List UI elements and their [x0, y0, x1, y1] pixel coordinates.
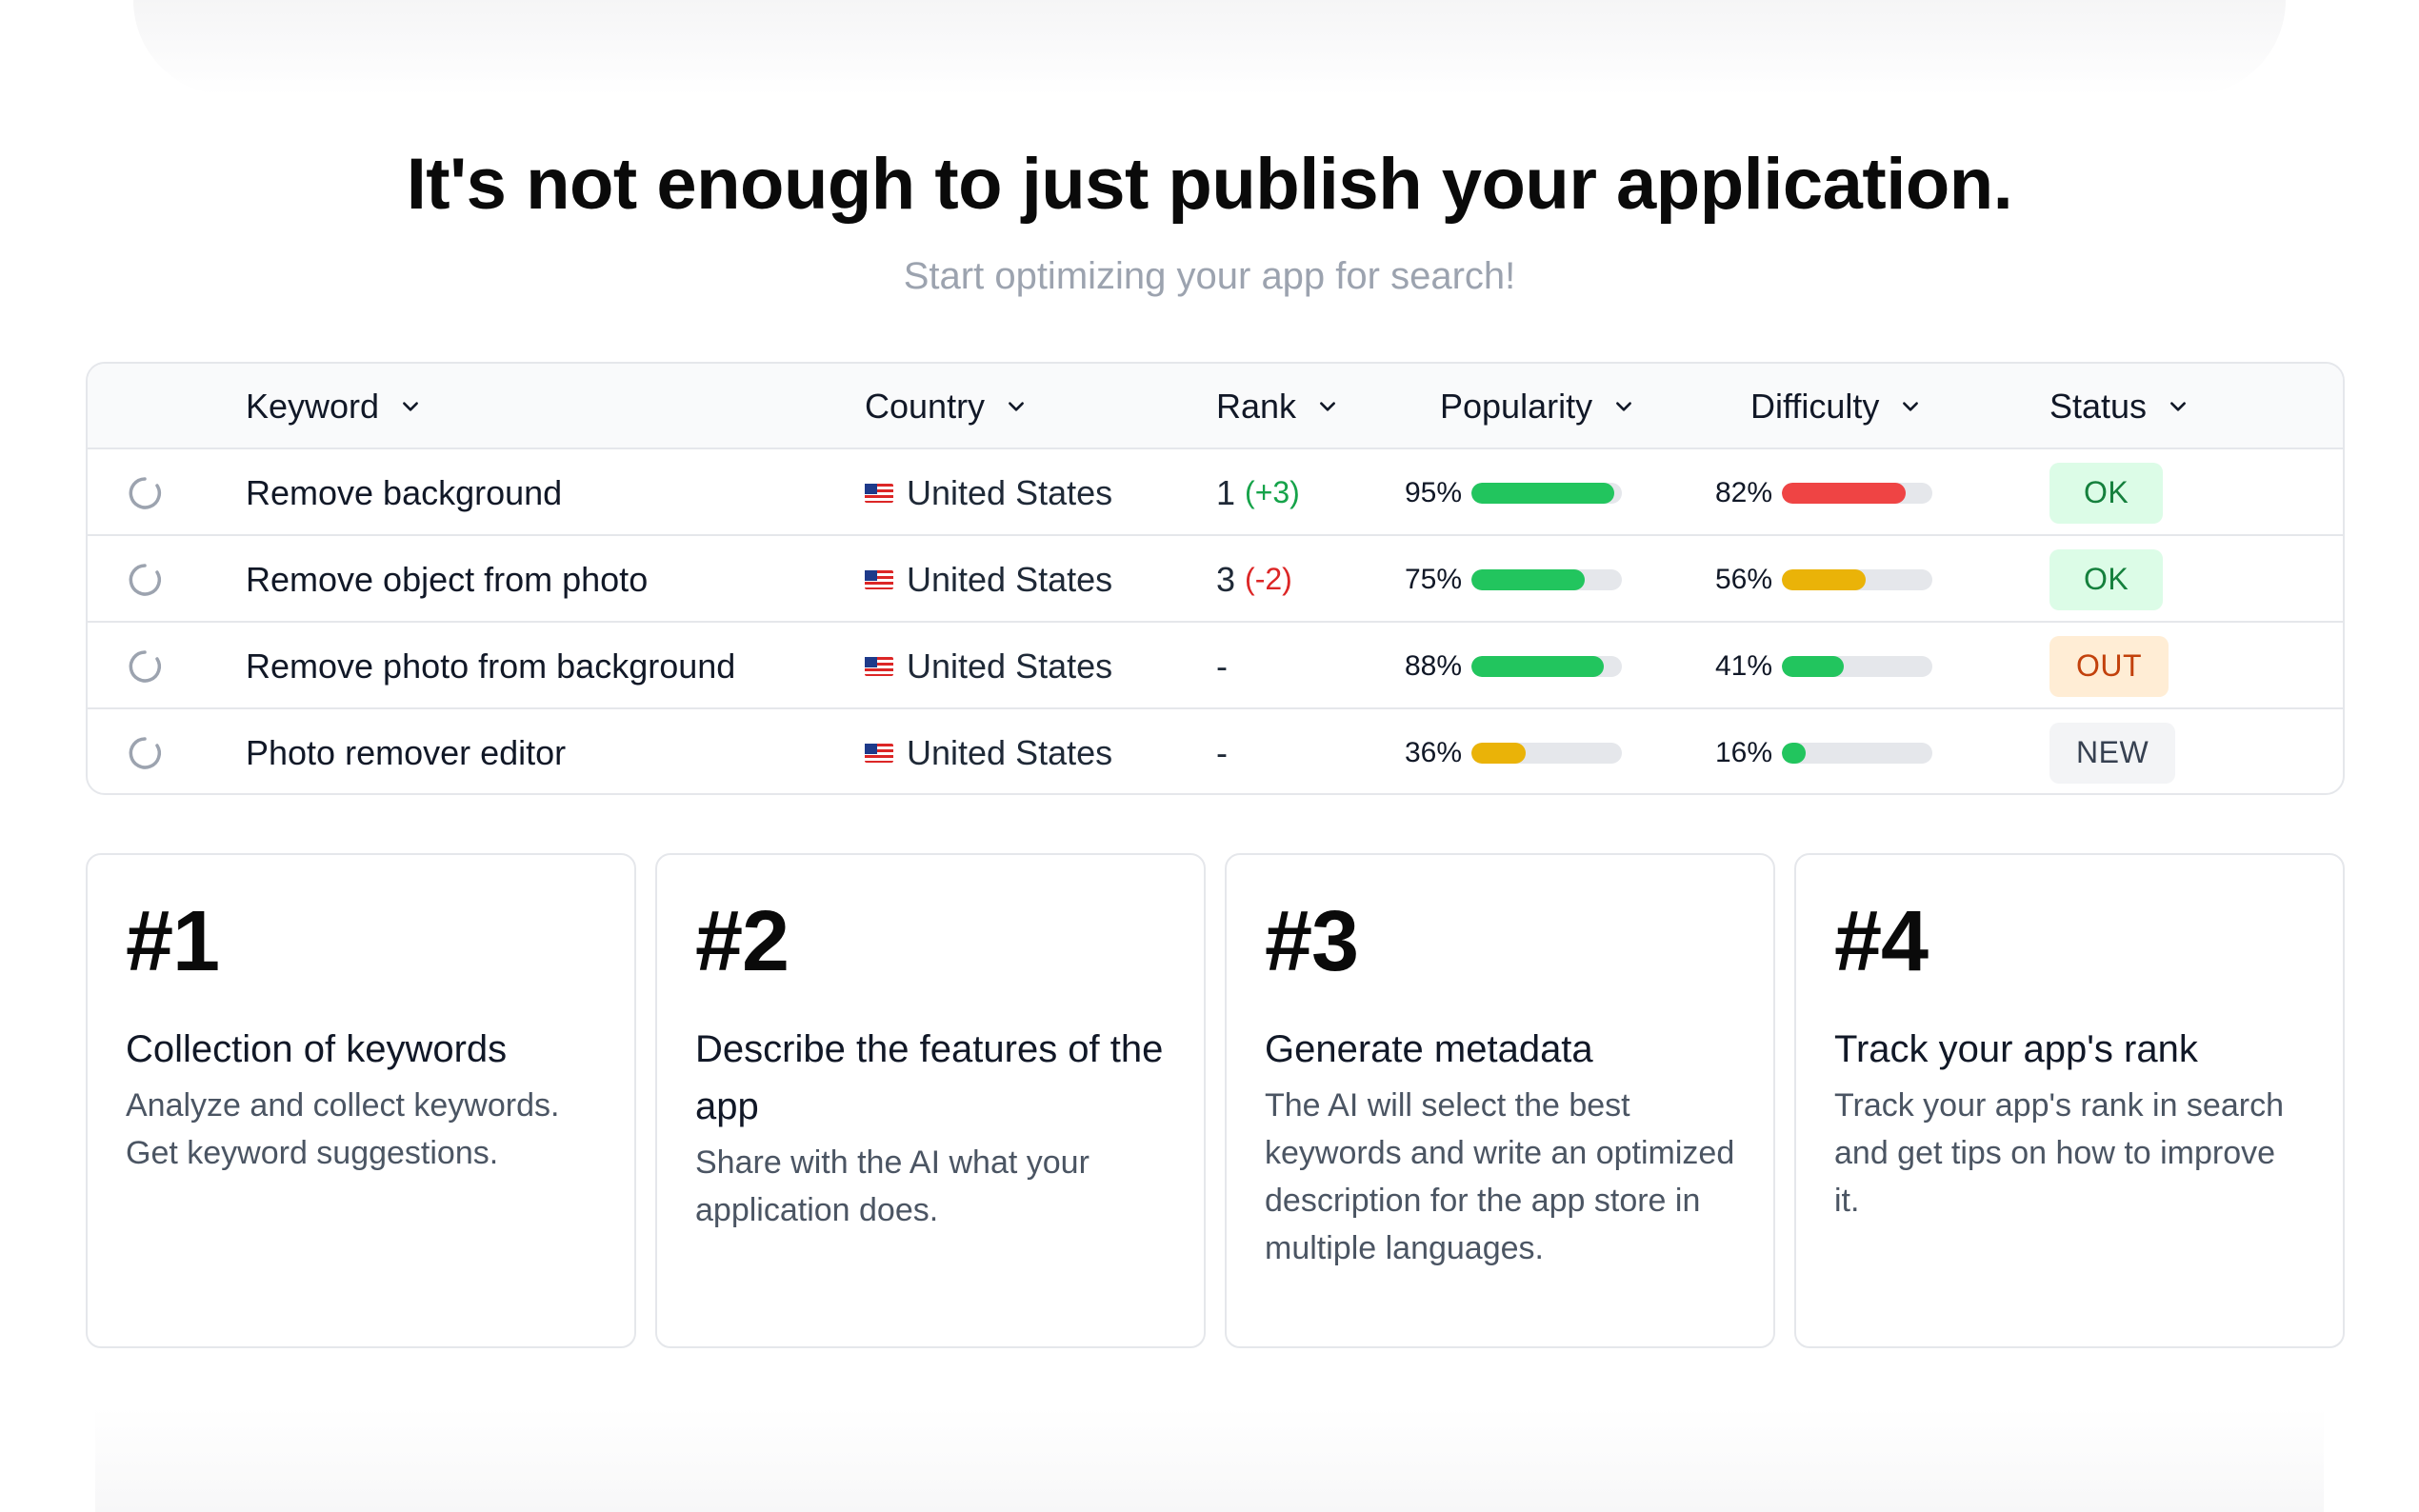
difficulty-bar	[1782, 742, 1932, 764]
chevron-down-icon	[1900, 396, 1921, 417]
country-cell: United States	[865, 623, 1112, 709]
column-header-country[interactable]: Country	[865, 364, 1027, 449]
feature-number: #4	[1834, 894, 1929, 989]
feature-title: Describe the features of the app	[695, 1028, 1164, 1127]
us-flag-icon	[865, 656, 893, 676]
rank-cell: 3 (-2)	[1216, 559, 1292, 599]
status-cell: NEW	[2049, 709, 2176, 793]
difficulty-cell: 16%	[1715, 709, 1932, 793]
status-badge: OK	[2049, 548, 2164, 610]
keywords-table: Keyword Country Rank Popularity Difficul…	[86, 362, 2345, 795]
refresh-spinner-icon[interactable]	[126, 449, 171, 536]
us-flag-icon	[865, 743, 893, 763]
popularity-bar	[1471, 568, 1622, 590]
feature-number: #2	[695, 894, 790, 989]
table-row: Remove background United States 1 (+3) 95…	[88, 449, 2343, 536]
top-decorative-fade	[133, 0, 2286, 95]
table-row: Remove photo from background United Stat…	[88, 623, 2343, 709]
difficulty-cell: 56%	[1715, 536, 1932, 623]
us-flag-icon	[865, 569, 893, 589]
feature-description: The AI will select the best keywords and…	[1265, 1087, 1735, 1266]
keyword-cell: Remove object from photo	[246, 559, 649, 599]
popularity-bar	[1471, 482, 1622, 504]
popularity-bar	[1471, 742, 1622, 764]
feature-title: Generate metadata	[1265, 1028, 1593, 1070]
country-cell: United States	[865, 709, 1112, 793]
chevron-down-icon	[1006, 396, 1027, 417]
refresh-spinner-icon[interactable]	[126, 536, 171, 623]
feature-title: Track your app's rank	[1834, 1028, 2198, 1070]
chevron-down-icon	[2168, 396, 2189, 417]
chevron-down-icon	[1613, 396, 1634, 417]
chevron-down-icon	[400, 396, 421, 417]
column-header-keyword[interactable]: Keyword	[246, 364, 421, 449]
rank-cell: -	[1216, 732, 1228, 772]
feature-card-4: #4 Track your app's rank Track your app'…	[1794, 853, 2345, 1348]
feature-number: #3	[1265, 894, 1359, 989]
refresh-spinner-icon[interactable]	[126, 623, 171, 709]
feature-card-3: #3 Generate metadata The AI will select …	[1225, 853, 1775, 1348]
status-cell: OK	[2049, 536, 2164, 623]
feature-description: Analyze and collect keywords. Get keywor…	[126, 1087, 560, 1171]
status-cell: OUT	[2049, 623, 2169, 709]
feature-card-1: #1 Collection of keywords Analyze and co…	[86, 853, 636, 1348]
bottom-decorative-fade	[95, 1407, 2324, 1512]
keyword-cell: Remove background	[246, 472, 563, 512]
page-subtitle: Start optimizing your app for search!	[903, 255, 1516, 297]
feature-card-2: #2 Describe the features of the app Shar…	[655, 853, 1206, 1348]
keyword-cell: Remove photo from background	[246, 646, 736, 686]
status-cell: OK	[2049, 449, 2164, 536]
table-header: Keyword Country Rank Popularity Difficul…	[88, 364, 2343, 449]
popularity-cell: 36%	[1405, 709, 1622, 793]
table-row: Remove object from photo United States 3…	[88, 536, 2343, 623]
feature-title: Collection of keywords	[126, 1028, 508, 1070]
column-header-status[interactable]: Status	[2049, 364, 2189, 449]
table-row: Photo remover editor United States - 36%…	[88, 709, 2343, 793]
difficulty-cell: 41%	[1715, 623, 1932, 709]
popularity-cell: 95%	[1405, 449, 1622, 536]
difficulty-bar	[1782, 482, 1932, 504]
feature-description: Share with the AI what your application …	[695, 1144, 1090, 1228]
difficulty-cell: 82%	[1715, 449, 1932, 536]
rank-cell: 1 (+3)	[1216, 472, 1300, 512]
popularity-cell: 75%	[1405, 536, 1622, 623]
country-cell: United States	[865, 536, 1112, 623]
page-title: It's not enough to just publish your app…	[406, 144, 2013, 225]
feature-number: #1	[126, 894, 220, 989]
popularity-bar	[1471, 655, 1622, 677]
country-cell: United States	[865, 449, 1112, 536]
status-badge: OUT	[2049, 635, 2169, 697]
us-flag-icon	[865, 483, 893, 503]
rank-delta: (+3)	[1245, 475, 1300, 509]
keyword-cell: Photo remover editor	[246, 732, 567, 772]
column-header-difficulty[interactable]: Difficulty	[1750, 364, 1921, 449]
refresh-spinner-icon[interactable]	[126, 709, 171, 793]
column-header-popularity[interactable]: Popularity	[1440, 364, 1634, 449]
column-header-rank[interactable]: Rank	[1216, 364, 1338, 449]
chevron-down-icon	[1317, 396, 1338, 417]
difficulty-bar	[1782, 568, 1932, 590]
status-badge: OK	[2049, 462, 2164, 524]
popularity-cell: 88%	[1405, 623, 1622, 709]
rank-delta: (-2)	[1245, 562, 1292, 596]
status-badge: NEW	[2049, 722, 2176, 784]
difficulty-bar	[1782, 655, 1932, 677]
feature-description: Track your app's rank in search and get …	[1834, 1087, 2284, 1219]
rank-cell: -	[1216, 646, 1228, 686]
